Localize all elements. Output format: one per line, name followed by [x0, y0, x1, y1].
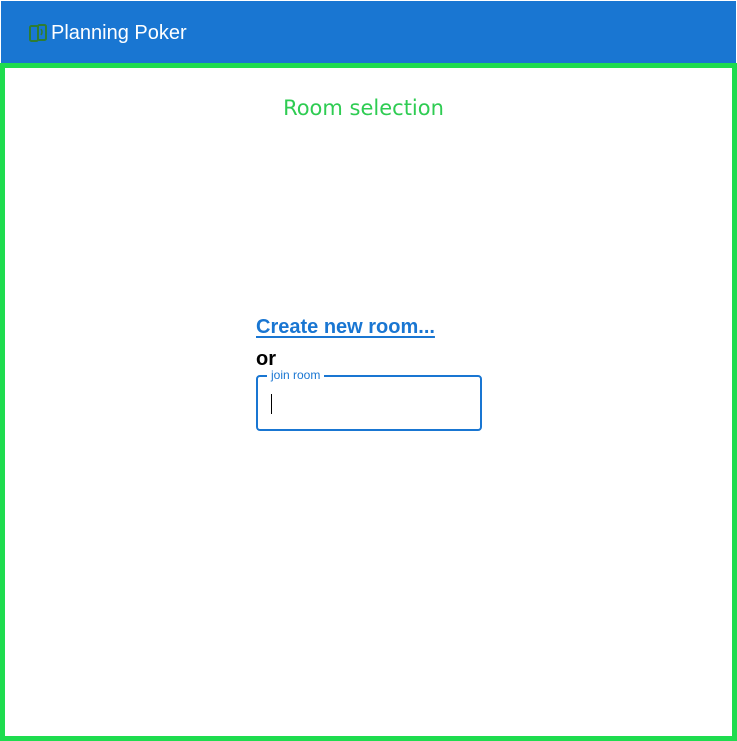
join-room-field[interactable]: join room	[256, 368, 482, 431]
app-title: Planning Poker	[51, 22, 187, 44]
page-title: Room selection	[283, 96, 444, 120]
join-room-input[interactable]	[270, 389, 470, 417]
app-root: Planning Poker Room selection Create new…	[0, 0, 737, 741]
create-new-room-link[interactable]: Create new room...	[256, 315, 435, 339]
text-caret	[271, 394, 272, 414]
cards-icon	[29, 24, 47, 42]
join-room-label: join room	[267, 368, 325, 382]
app-bar: Planning Poker	[1, 1, 736, 63]
